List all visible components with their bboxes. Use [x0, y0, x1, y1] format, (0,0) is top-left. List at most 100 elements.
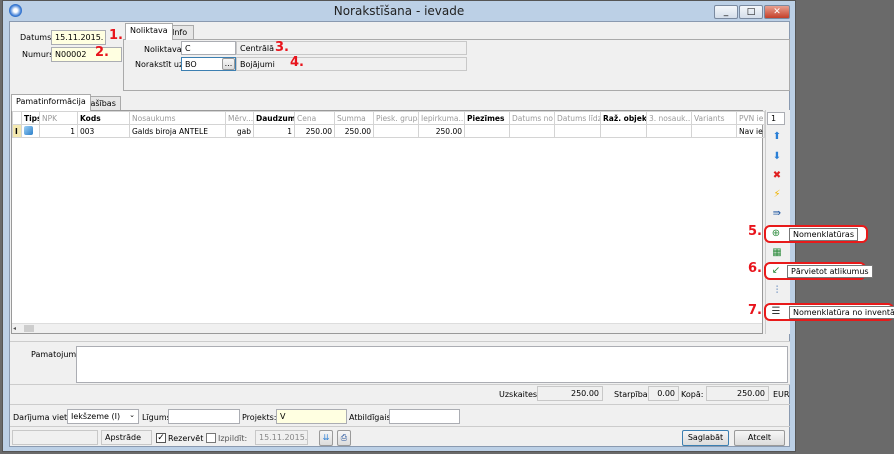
- tab-noliktava[interactable]: Noliktava: [125, 23, 173, 40]
- col-raz-objekts[interactable]: Raž. objekts: [600, 111, 647, 125]
- col-3-nosauk[interactable]: 3. nosauk...: [646, 111, 692, 125]
- move-up-icon[interactable]: ⬆: [769, 130, 785, 144]
- izpildit-label: Izpildīt:: [218, 434, 248, 443]
- annotation-1: 1.: [109, 28, 123, 43]
- variants-cell[interactable]: [691, 124, 737, 138]
- raz-cell[interactable]: [600, 124, 647, 138]
- currency-label: EUR: [773, 390, 790, 399]
- save-button[interactable]: Saglabāt: [682, 430, 729, 446]
- move-down-icon[interactable]: ⬇: [769, 150, 785, 164]
- move-stock-icon[interactable]: ↙: [768, 264, 784, 278]
- pvn-cell[interactable]: Nav ie: [736, 124, 765, 138]
- col-kods[interactable]: Kods: [77, 111, 130, 125]
- lightning-icon[interactable]: ⚡: [769, 188, 785, 202]
- ligums-input[interactable]: [168, 409, 240, 424]
- col-variants[interactable]: Variants: [691, 111, 737, 125]
- browse-button[interactable]: ...: [222, 58, 235, 70]
- norakstit-label: Norakstīt uz:: [135, 60, 186, 69]
- col-npk[interactable]: NPK: [39, 111, 78, 125]
- atbildigais-label: Atbildīgais:: [349, 413, 394, 422]
- grid-header: Tips NPK Kods Nosaukums Mērv... Daudzums…: [12, 111, 765, 125]
- col-datums-lidz[interactable]: Datums līdz: [554, 111, 601, 125]
- scroll-left-arrow[interactable]: ◂: [13, 325, 21, 332]
- annotation-3: 3.: [275, 40, 289, 55]
- tree-list-icon[interactable]: ☰: [768, 305, 784, 319]
- kods-cell[interactable]: 003: [77, 124, 130, 138]
- tab-pamatinformacija[interactable]: Pamatinformācija: [11, 94, 91, 111]
- iepirkuma-cell[interactable]: 250.00: [418, 124, 465, 138]
- merv-cell[interactable]: gab: [225, 124, 254, 138]
- col-daudzums[interactable]: Daudzums: [253, 111, 295, 125]
- divider: [10, 404, 790, 405]
- row-marker[interactable]: I: [12, 124, 22, 138]
- scroll-thumb[interactable]: [24, 325, 34, 332]
- transfer-icon[interactable]: ⇛: [769, 207, 785, 221]
- col-summa[interactable]: Summa: [334, 111, 374, 125]
- kopa-label: Kopā:: [681, 390, 704, 399]
- datums-input[interactable]: 15.11.2015.: [51, 30, 106, 45]
- col-iepirkuma[interactable]: Iepirkuma...: [418, 111, 465, 125]
- nosauk3-cell[interactable]: [646, 124, 692, 138]
- maximize-button[interactable]: □: [739, 5, 763, 19]
- status-field: [12, 430, 98, 445]
- nosaukums-cell[interactable]: Galds biroja ANTELE: [129, 124, 226, 138]
- starpiba-value: 0.00: [648, 386, 679, 401]
- item-box-icon: [24, 125, 33, 135]
- projekts-label: Projekts:: [242, 413, 277, 422]
- darijuma-select[interactable]: Iekšzeme (I) ⌄: [67, 409, 139, 424]
- nomenklaturas-tooltip: Nomenklatūras: [789, 228, 858, 241]
- col-selector: [12, 111, 22, 125]
- noliktava-label: Noliktava:: [144, 45, 185, 54]
- summa-cell[interactable]: 250.00: [334, 124, 374, 138]
- table-row[interactable]: I 1 003 Galds biroja ANTELE gab 1 250.00…: [12, 124, 765, 138]
- col-pvn[interactable]: PVN iek: [736, 111, 765, 125]
- tips-cell: [21, 124, 40, 138]
- annotation-6: 6.: [748, 261, 762, 276]
- noliktava-code-input[interactable]: C: [181, 41, 236, 55]
- projekts-input[interactable]: V: [276, 409, 347, 424]
- col-merv[interactable]: Mērv...: [225, 111, 254, 125]
- numurs-input[interactable]: N00002: [51, 47, 122, 62]
- row-counter: 1: [767, 112, 785, 125]
- excel-icon[interactable]: ▦: [769, 246, 785, 260]
- window-title: Norakstīšana - ievade: [333, 4, 465, 18]
- print-icon[interactable]: ⎙: [337, 430, 351, 446]
- rezervet-checkbox[interactable]: ✓: [156, 433, 166, 443]
- annotation-2: 2.: [95, 45, 109, 60]
- col-piesk-grupa[interactable]: Piesk. grupa: [373, 111, 419, 125]
- cena-cell[interactable]: 250.00: [294, 124, 335, 138]
- daudzums-cell[interactable]: 1: [253, 124, 295, 138]
- datums-lidz-cell[interactable]: [554, 124, 601, 138]
- annotation-5: 5.: [748, 224, 762, 239]
- close-button[interactable]: ✕: [764, 5, 790, 19]
- atbildigais-input[interactable]: [389, 409, 460, 424]
- ok-transfer-icon[interactable]: ⇊: [319, 430, 333, 446]
- datums-no-cell[interactable]: [509, 124, 555, 138]
- col-tips[interactable]: Tips: [21, 111, 40, 125]
- horizontal-scrollbar[interactable]: ◂: [12, 323, 762, 333]
- cancel-button[interactable]: Atcelt: [734, 430, 785, 446]
- npk-cell[interactable]: 1: [39, 124, 78, 138]
- add-nomenclature-icon[interactable]: ⊕: [768, 227, 784, 241]
- col-cena[interactable]: Cena: [294, 111, 335, 125]
- noliktava-name: Centrālā: [236, 41, 467, 55]
- items-grid: Tips NPK Kods Nosaukums Mērv... Daudzums…: [11, 110, 765, 334]
- minimize-button[interactable]: _: [714, 5, 738, 19]
- divider: [10, 426, 790, 427]
- window: Norakstīšana - ievade _ □ ✕ Datums: 15.1…: [2, 0, 894, 452]
- filter-columns-icon[interactable]: ⫶: [769, 284, 785, 298]
- chevron-down-icon: ⌄: [129, 411, 135, 419]
- datums-label: Datums:: [20, 33, 54, 42]
- piezimes-cell[interactable]: [464, 124, 510, 138]
- col-datums-no[interactable]: Datums no: [509, 111, 555, 125]
- piesk-cell[interactable]: [373, 124, 419, 138]
- pamatojums-textarea[interactable]: [76, 346, 788, 383]
- title-bar: Norakstīšana - ievade _ □ ✕: [3, 1, 795, 21]
- apstrade-field: Apstrāde: [101, 430, 152, 445]
- parvietot-tooltip: Pārvietot atlikumus: [787, 265, 873, 278]
- col-piezimes[interactable]: Piezīmes: [464, 111, 510, 125]
- col-nosaukums[interactable]: Nosaukums: [129, 111, 226, 125]
- delete-icon[interactable]: ✖: [769, 169, 785, 183]
- izpildit-checkbox[interactable]: [206, 433, 216, 443]
- izpildit-date: 15.11.2015.: [255, 430, 308, 445]
